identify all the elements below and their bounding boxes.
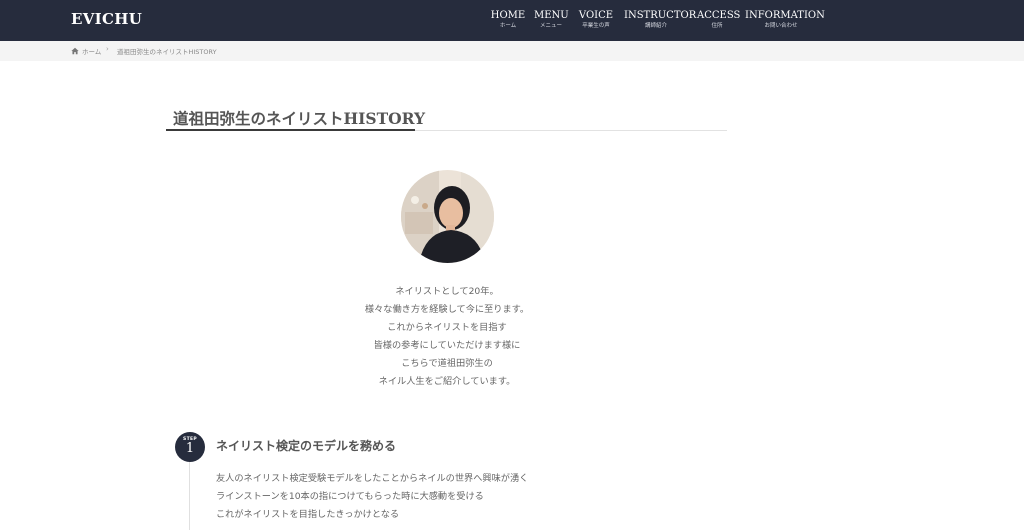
intro-line: 様々な働き方を経験して今に至ります。 xyxy=(364,304,530,315)
nav-instructor-sublabel: 講師紹介 xyxy=(644,23,667,29)
intro-line: ネイル人生をご紹介しています。 xyxy=(378,376,516,387)
intro-line: 皆様の参考にしていただけます様に xyxy=(373,340,521,351)
nav-access-label: ACCESS xyxy=(697,10,741,21)
home-icon[interactable] xyxy=(71,47,79,55)
title-underline xyxy=(166,129,415,131)
nav-access[interactable]: ACCESS 住所 xyxy=(697,10,741,30)
step-title: ネイリスト検定のモデルを務める xyxy=(216,439,397,453)
nav-home[interactable]: HOME ホーム xyxy=(490,10,526,30)
nav-home-sublabel: ホーム xyxy=(499,23,517,29)
breadcrumb-separator: › xyxy=(106,45,109,53)
breadcrumb-current: 道祖田弥生のネイリストHISTORY xyxy=(117,48,217,56)
nav-voice[interactable]: VOICE 卒業生の声 xyxy=(578,10,614,30)
nav-access-sublabel: 住所 xyxy=(711,23,723,29)
step-line: 友人のネイリスト検定受験モデルをしたことからネイルの世界へ興味が湧く xyxy=(216,473,529,484)
step-number: 1 xyxy=(185,441,195,456)
nav-menu[interactable]: MENU メニュー xyxy=(534,10,569,30)
nav-instructor-label: INSTRUCTOR xyxy=(624,10,697,21)
step-description: 友人のネイリスト検定受験モデルをしたことからネイルの世界へ興味が湧く ラインスト… xyxy=(216,470,528,524)
nav-voice-label: VOICE xyxy=(578,10,614,21)
intro-line: ネイリストとして20年。 xyxy=(395,286,499,297)
step-line: これがネイリストを目指したきっかけとなる xyxy=(216,509,400,520)
breadcrumb-home-link[interactable]: ホーム xyxy=(82,46,101,56)
nav-menu-label: MENU xyxy=(534,10,569,21)
intro-text: ネイリストとして20年。 様々な働き方を経験して今に至ります。 これからネイリス… xyxy=(312,283,582,391)
nav-information-label: INFORMATION xyxy=(745,10,825,21)
intro-line: これからネイリストを目指す xyxy=(387,322,507,333)
breadcrumb: ホーム › 道祖田弥生のネイリストHISTORY xyxy=(0,41,1024,61)
timeline-line xyxy=(189,462,190,530)
nav-information[interactable]: INFORMATION お問い合わせ xyxy=(745,10,825,30)
step-line: ラインストーンを10本の指につけてもらった時に大感動を受ける xyxy=(216,491,484,502)
title-divider xyxy=(415,130,727,131)
main-nav: HOME ホーム MENU メニュー VOICE 卒業生の声 INSTRUCTO… xyxy=(0,10,1024,34)
instructor-photo xyxy=(401,170,494,263)
page-title: 道祖田弥生のネイリストHISTORY xyxy=(173,109,426,128)
step-badge: STEP 1 xyxy=(175,432,205,462)
nav-information-sublabel: お問い合わせ xyxy=(764,23,798,29)
intro-line: こちらで道祖田弥生の xyxy=(401,358,493,369)
nav-instructor[interactable]: INSTRUCTOR 講師紹介 xyxy=(624,10,697,30)
nav-menu-sublabel: メニュー xyxy=(539,23,562,29)
nav-voice-sublabel: 卒業生の声 xyxy=(582,23,610,29)
nav-home-label: HOME xyxy=(490,10,526,21)
site-header: EVICHU HOME ホーム MENU メニュー VOICE 卒業生の声 IN… xyxy=(0,0,1024,41)
